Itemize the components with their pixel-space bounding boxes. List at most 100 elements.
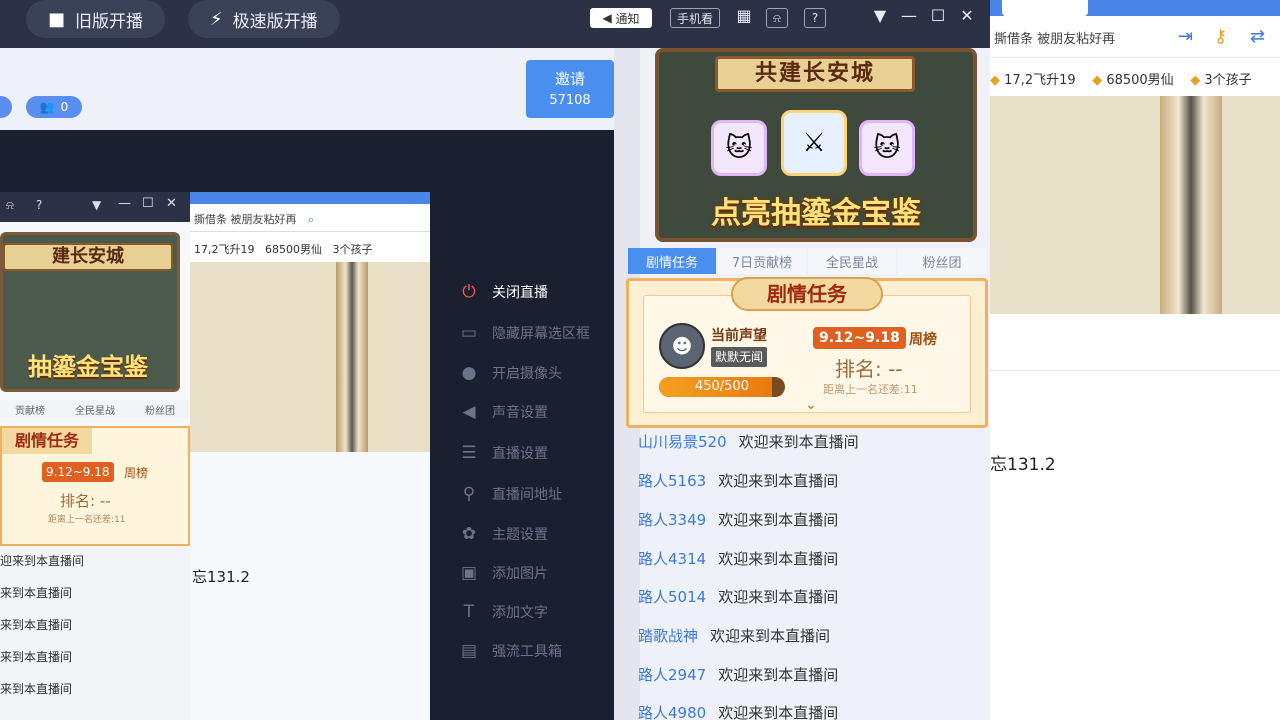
minimize-icon[interactable]: — [898,6,920,25]
viewer-count-badge[interactable]: 👥 0 [26,96,82,118]
chat-text: 欢迎来到本直播间 [718,704,839,720]
mini-week-label: 周榜 [124,466,149,480]
mini-distance: 距离上一名还差:11 [48,515,126,525]
chat-user[interactable]: 路人2947 [638,666,706,684]
week-label: 周榜 [909,332,937,348]
chat-user[interactable]: 路人4314 [638,550,706,568]
fast-start-button[interactable]: ⚡ 极速版开播 [188,0,340,38]
viewer-count: 0 [60,100,69,114]
mini-bookmark: 17,2飞升19 [194,243,255,256]
chat-user[interactable]: 踏歌战神 [638,627,698,645]
chat-user[interactable]: 路人3349 [638,511,706,529]
menu-item-label: 强流工具箱 [492,644,562,660]
mini-browser-tabs [190,192,430,204]
chat-user[interactable]: 路人4980 [638,704,706,720]
chat-message: 山川易景520 欢迎来到本直播间 [638,431,859,452]
mini-top-bar: ⍾ ? ▼ — ☐ ✕ [0,192,190,222]
chat-text: 欢迎来到本直播间 [718,511,839,529]
tab-7day-contribution[interactable]: 7日贡献榜 [718,248,806,274]
story-task-card: 剧情任务 ☻ 当前声望 默默无闻 450/500 9.12~9.18 周榜 排名… [626,277,988,428]
tab-star-battle[interactable]: 全民星战 [808,248,896,274]
chat-user[interactable]: 山川易景520 [638,433,727,451]
translate-icon[interactable]: ⇄ [1250,26,1265,47]
mini-url-text: 撕借条 被朋友粘好再 [194,213,297,226]
bell-icon[interactable]: ⍾ [766,8,788,28]
mini-url-bar: 撕借条 被朋友粘好再 ⌕ [190,204,430,232]
palette-icon: ✿ [461,524,477,544]
help-button[interactable]: ? [804,8,826,28]
screen: ■ 旧版开播 ⚡ 极速版开播 ◀ 通知 手机看 ▦ ⍾ ? ▼ — ☐ ✕ 👥 … [0,0,1280,720]
bookmark-item[interactable]: 3个孩子 [1204,73,1251,88]
chat-message: 路人5014 欢迎来到本直播间 [638,586,838,607]
browser-url-bar[interactable]: 撕借条 被朋友粘好再 [990,16,1280,58]
login-icon[interactable]: ⇥ [1178,26,1193,47]
menu-item-add-text[interactable]: T 添加文字 [458,602,548,622]
mini-task-card: 剧情任务 9.12~9.18 周榜 排名: -- 距离上一名还差:11 [0,426,190,546]
mini-close-icon: ✕ [166,196,177,211]
bookmark-item[interactable]: 68500男仙 [1106,73,1173,88]
close-icon[interactable]: ✕ [956,6,978,25]
maximize-icon[interactable]: ☐ [927,6,949,25]
invite-count: 57108 [549,93,591,108]
chat-user[interactable]: 路人5014 [638,588,706,606]
mini-chat-row: 迎来到本直播间 [0,554,85,568]
event-banner[interactable]: 共建长安城 🐱 ⚔ 🐱 点亮抽鎏金宝鉴 [655,48,977,242]
mini-tab: 贡献榜 [15,405,45,417]
menu-item-label: 直播间地址 [492,487,562,503]
phone-view-label: 手机看 [676,11,713,26]
menu-item-live-settings[interactable]: ☰ 直播设置 [458,443,548,463]
menu-item-camera[interactable]: ● 开启摄像头 [458,363,562,383]
chevron-down-icon[interactable]: ⌄ [805,397,817,413]
chat-user[interactable]: 路人5163 [638,472,706,490]
bookmark-icon: ◆ [1190,73,1201,88]
toolbox-icon: ▤ [460,641,478,661]
menu-item-close-live[interactable]: ⏻ 关闭直播 [458,282,548,302]
old-start-button[interactable]: ■ 旧版开播 [26,0,166,38]
chat-message: 路人2947 欢迎来到本直播间 [638,664,838,685]
grid-icon[interactable]: ▦ [733,6,755,25]
key-icon[interactable]: ⚷ [1214,26,1227,47]
menu-item-add-image[interactable]: ▣ 添加图片 [458,563,548,583]
dropdown-icon[interactable]: ▼ [869,6,891,25]
menu-item-sound[interactable]: ◀ 声音设置 [458,402,548,422]
notify-button[interactable]: ◀ 通知 [590,8,652,28]
invite-label: 邀请 [554,70,585,88]
url-text: 撕借条 被朋友粘好再 [994,32,1116,47]
menu-item-room-address[interactable]: ⚲ 直播间地址 [458,484,562,504]
avatar: ☻ [659,323,705,369]
mini-search-icon: ⌕ [308,213,315,226]
mini-rank: 排名: -- [60,492,111,510]
panel-tabs: 剧情任务 7日贡献榜 全民星战 粉丝团 [628,248,986,274]
menu-item-label: 关闭直播 [492,285,548,301]
menu-item-label: 直播设置 [492,446,548,462]
tab-story-task[interactable]: 剧情任务 [628,248,716,274]
lightning-icon: ⚡ [210,8,223,30]
image-icon: ▣ [460,563,478,583]
mini-help-icon: ? [36,198,43,212]
mini-minimize-icon: — [118,196,131,211]
phone-view-button[interactable]: 手机看 [670,8,720,28]
invite-button[interactable]: 邀请 57108 [526,60,614,118]
menu-item-hide-frame[interactable]: ▭ 隐藏屏幕选区框 [458,323,590,343]
tab-fan-club[interactable]: 粉丝团 [898,248,986,274]
chat-message: 路人4314 欢迎来到本直播间 [638,548,838,569]
menu-item-toolbox[interactable]: ▤ 强流工具箱 [458,641,562,661]
mini-scroll-decoration [336,262,368,452]
menu-item-theme[interactable]: ✿ 主题设置 [458,524,548,544]
mini-capture-window: ⍾ ? ▼ — ☐ ✕ 撕借条 被朋友粘好再 ⌕ 17,2飞升19 68500男… [0,192,430,720]
mini-maximize-icon: ☐ [142,196,154,211]
chat-message: 路人3349 欢迎来到本直播间 [638,509,838,530]
mini-task-header: 剧情任务 [2,428,92,454]
banner-subtitle: 点亮抽鎏金宝鉴 [711,196,921,231]
mini-tab: 粉丝团 [145,405,175,417]
distance-text: 距离上一名还差:11 [823,383,918,396]
week-range: 9.12~9.18 [813,327,906,349]
browser-value-text: 忘131.2 [990,455,1056,475]
speaker-icon: ◀ [462,402,476,422]
users-icon: 👥 [39,100,55,114]
mini-event-banner: 建长安城 抽鎏金宝鉴 [0,232,180,392]
chat-text: 欢迎来到本直播间 [710,627,831,645]
menu-item-label: 添加文字 [492,605,548,621]
bookmark-item[interactable]: 17,2飞升19 [1004,73,1076,88]
browser-tab[interactable] [1002,0,1088,16]
